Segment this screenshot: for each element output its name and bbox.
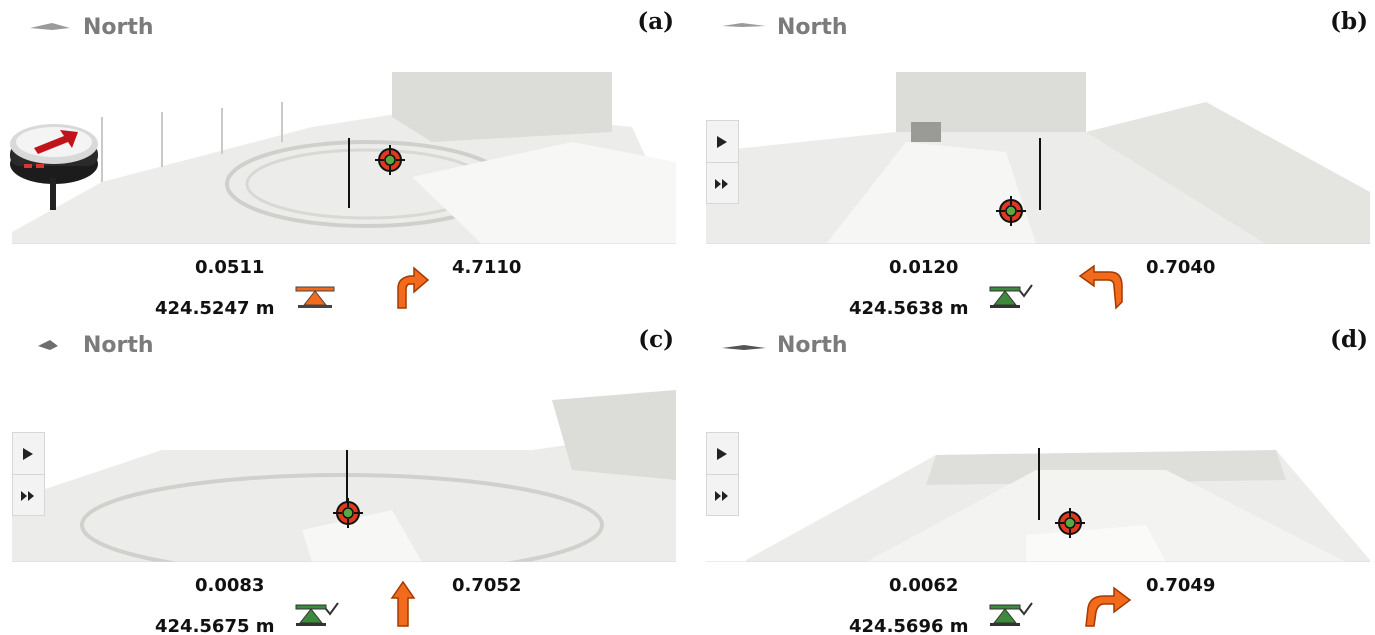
panel-label: (b) — [1330, 8, 1368, 35]
point-cloud-view[interactable] — [706, 32, 1370, 244]
play-icon — [717, 448, 727, 460]
fast-forward-icon — [715, 179, 728, 189]
compass-needle-icon — [722, 23, 766, 27]
deviation-value: 0.0120 — [889, 257, 959, 278]
height-value: 424.5675 m — [155, 616, 275, 635]
height-value: 424.5638 m — [849, 298, 969, 317]
height-value: 424.5247 m — [155, 298, 275, 317]
target-marker-icon[interactable] — [1055, 508, 1085, 538]
level-ok-icon — [989, 602, 1033, 626]
target-marker-icon[interactable] — [333, 498, 363, 528]
point-cloud-view[interactable] — [12, 32, 676, 244]
panel-label: (d) — [1330, 326, 1368, 353]
play-icon — [23, 448, 33, 460]
fast-forward-icon — [21, 491, 34, 501]
fast-forward-button[interactable] — [707, 474, 738, 515]
play-button[interactable] — [707, 433, 738, 473]
level-off-icon — [295, 286, 335, 308]
play-icon — [717, 136, 727, 148]
compass: North — [722, 14, 882, 40]
height-value: 424.5696 m — [849, 616, 969, 635]
turn-back-left-arrow-icon — [1078, 264, 1123, 310]
compass: North — [28, 332, 188, 358]
survey-pole — [1038, 448, 1040, 520]
panel-a: North (a) 0.0511 424.5247 m 4.7110 — [0, 0, 688, 317]
fast-forward-button[interactable] — [707, 162, 738, 203]
angle-value: 0.7052 — [452, 575, 522, 596]
north-label: North — [777, 15, 848, 40]
panel-label: (c) — [638, 326, 674, 353]
survey-pole — [348, 138, 350, 208]
fast-forward-button[interactable] — [13, 474, 44, 515]
deviation-value: 0.0062 — [889, 575, 959, 596]
turn-right-arrow-icon — [1085, 586, 1132, 627]
compass-needle-icon — [38, 340, 58, 350]
level-ok-icon — [989, 284, 1033, 308]
compass-needle-icon — [722, 345, 766, 350]
compass: North — [28, 14, 188, 40]
play-button[interactable] — [707, 121, 738, 161]
panel-d: North (d) 0.0062 424.5696 m 0.7049 — [694, 318, 1375, 635]
angle-value: 0.7049 — [1146, 575, 1216, 596]
north-label: North — [83, 333, 154, 358]
compass: North — [722, 332, 882, 358]
angle-value: 4.7110 — [452, 257, 522, 278]
north-label: North — [83, 15, 154, 40]
point-cloud-view[interactable] — [12, 350, 676, 562]
angle-value: 0.7040 — [1146, 257, 1216, 278]
panel-b: North (b) 0.0120 424.5638 m 0.7040 — [694, 0, 1375, 317]
turn-up-right-arrow-icon — [397, 266, 430, 309]
gnss-receiver-icon[interactable] — [6, 118, 102, 210]
side-toolbar — [706, 432, 739, 516]
fast-forward-icon — [715, 491, 728, 501]
straight-up-arrow-icon — [390, 580, 416, 627]
north-label: North — [777, 333, 848, 358]
deviation-value: 0.0083 — [195, 575, 265, 596]
side-toolbar — [12, 432, 45, 516]
target-marker-icon[interactable] — [375, 145, 405, 175]
panel-c: North (c) 0.0083 424.5675 m 0.7052 — [0, 318, 688, 635]
deviation-value: 0.0511 — [195, 257, 265, 278]
side-toolbar — [706, 120, 739, 204]
level-ok-icon — [295, 602, 339, 626]
panel-label: (a) — [637, 8, 674, 35]
compass-needle-icon — [30, 23, 70, 30]
target-marker-icon[interactable] — [996, 196, 1026, 226]
survey-pole — [1039, 138, 1041, 210]
play-button[interactable] — [13, 433, 44, 473]
